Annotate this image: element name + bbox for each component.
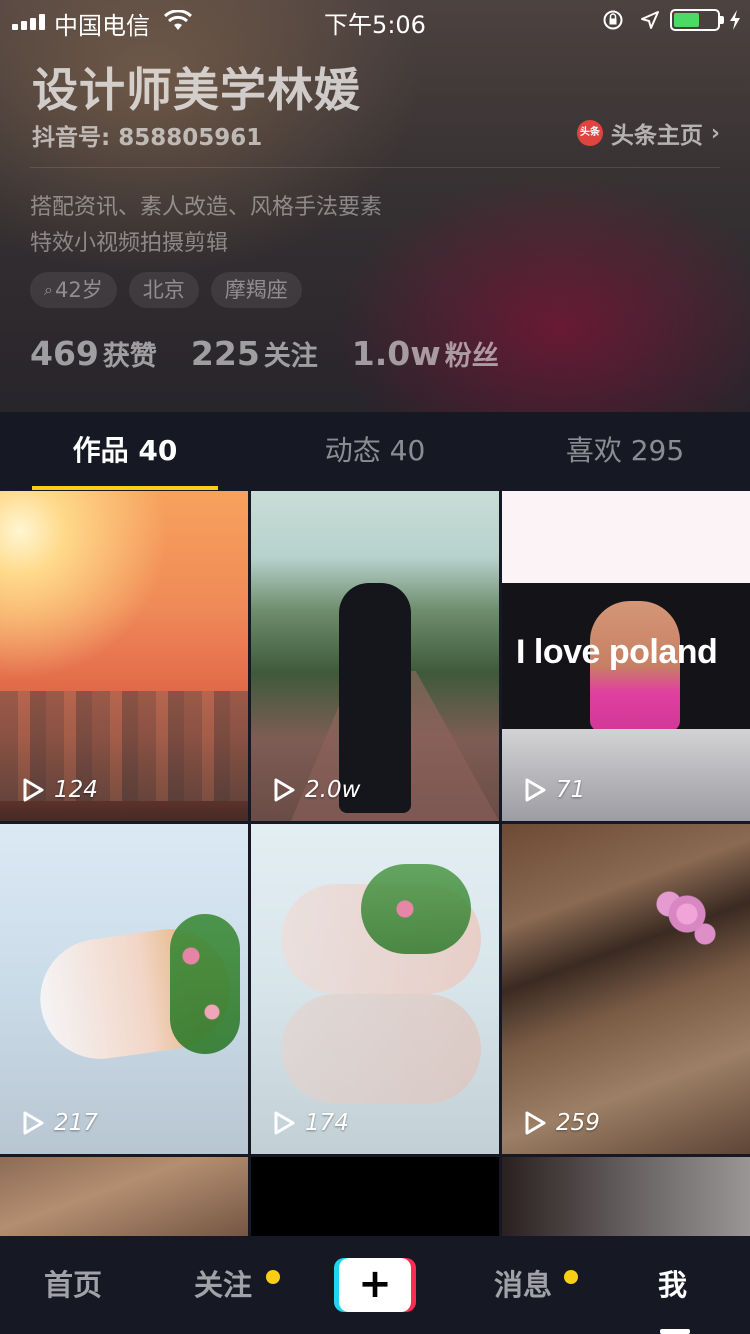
play-icon [525,778,546,802]
battery-level [674,13,699,27]
play-count-value: 2.0w [305,777,361,803]
stat-label: 关注 [263,341,318,372]
video-thumbnail[interactable]: 217 [0,824,248,1154]
play-icon [23,1111,44,1135]
bottom-nav: 首页 关注 + 消息 我 [0,1236,750,1334]
play-icon [274,778,295,802]
tab-likes[interactable]: 喜欢 295 [500,412,750,490]
nav-me[interactable]: 我 [658,1236,687,1334]
video-thumbnail[interactable] [251,1157,499,1247]
video-thumbnail[interactable]: 259 [502,824,750,1154]
tab-underline [32,486,218,490]
profile-bio: 搭配资讯、素人改造、风格手法要素 特效小视频拍摄剪辑 [30,190,382,262]
tag-zodiac: 摩羯座 [210,272,302,308]
stat-following[interactable]: 225 关注 [191,334,318,373]
plus-icon: + [339,1258,411,1312]
stat-label: 粉丝 [444,341,499,372]
nav-following[interactable]: 关注 [194,1236,252,1334]
toutiao-label: 头条主页 [610,123,703,149]
stat-value: 225 [190,334,260,373]
play-icon [274,1111,295,1135]
status-bar: 中国电信 下午5:06 [0,0,750,40]
play-count: 2.0w [271,777,360,803]
chevron-right-icon: › [710,120,720,146]
play-count-value: 174 [305,1110,349,1136]
tag-location: 北京 [128,272,199,308]
nav-messages[interactable]: 消息 [494,1236,552,1334]
thumbnail-caption: I love poland [516,633,718,671]
stat-followers[interactable]: 1.0w 粉丝 [352,334,499,373]
play-count-value: 217 [54,1110,98,1136]
search-icon: ⌕ [44,280,53,299]
notification-dot [564,1270,578,1284]
stat-likes[interactable]: 469 获赞 [30,334,157,373]
bio-line: 搭配资讯、素人改造、风格手法要素 [30,195,383,220]
tab-works[interactable]: 作品 40 [0,412,250,490]
thumbnail-image [642,864,732,964]
thumbnail-image [502,729,750,821]
thumbnail-image [361,864,471,954]
play-icon [23,778,44,802]
video-thumbnail[interactable] [502,1157,750,1247]
status-time: 下午5:06 [324,11,426,39]
charging-icon [730,10,740,30]
thumbnail-image [170,914,240,1054]
stat-label: 获赞 [102,341,157,372]
toutiao-link[interactable]: 头条 头条主页 › [576,116,720,150]
play-count: 71 [522,777,585,803]
video-thumbnail[interactable]: 2.0w [251,491,499,821]
profile-tags: ⌕ 42岁 北京 摩羯座 [30,272,302,308]
profile-name: 设计师美学林媛 [32,63,361,117]
notification-dot [266,1270,280,1284]
tag-label: 摩羯座 [224,278,288,302]
battery-cap [720,16,724,24]
play-count-value: 71 [556,777,586,803]
thumbnail-image [502,491,750,583]
tag-label: 北京 [142,278,185,302]
thumbnail-image [281,994,481,1104]
play-count: 174 [271,1110,349,1136]
douyin-id: 抖音号: 858805961 [32,125,263,151]
video-thumbnail[interactable]: 124 [0,491,248,821]
play-icon [525,1111,546,1135]
rotation-lock-icon [603,10,623,30]
play-count-value: 124 [54,777,98,803]
tab-moments[interactable]: 动态 40 [250,412,500,490]
play-count: 259 [522,1110,600,1136]
nav-home[interactable]: 首页 [44,1236,102,1334]
play-count-value: 259 [556,1110,600,1136]
tag-age: ⌕ 42岁 [30,272,117,308]
create-video-button[interactable]: + [334,1258,416,1312]
content-tabs: 作品 40 动态 40 喜欢 295 [0,412,750,490]
profile-stats: 469 获赞 225 关注 1.0w 粉丝 [30,334,499,373]
video-thumbnail[interactable]: 174 [251,824,499,1154]
tag-label: 42岁 [54,278,103,302]
stat-value: 1.0w [351,334,441,373]
battery-icon [670,9,720,31]
bio-line: 特效小视频拍摄剪辑 [30,231,229,256]
toutiao-logo-icon: 头条 [576,120,603,146]
video-thumbnail[interactable] [0,1157,248,1247]
stat-value: 469 [30,334,99,373]
play-count: 217 [20,1110,98,1136]
divider [30,167,720,168]
location-icon [641,11,659,29]
play-count: 124 [20,777,98,803]
video-thumbnail[interactable]: I love poland 71 [502,491,750,821]
active-nav-indicator [660,1329,690,1334]
